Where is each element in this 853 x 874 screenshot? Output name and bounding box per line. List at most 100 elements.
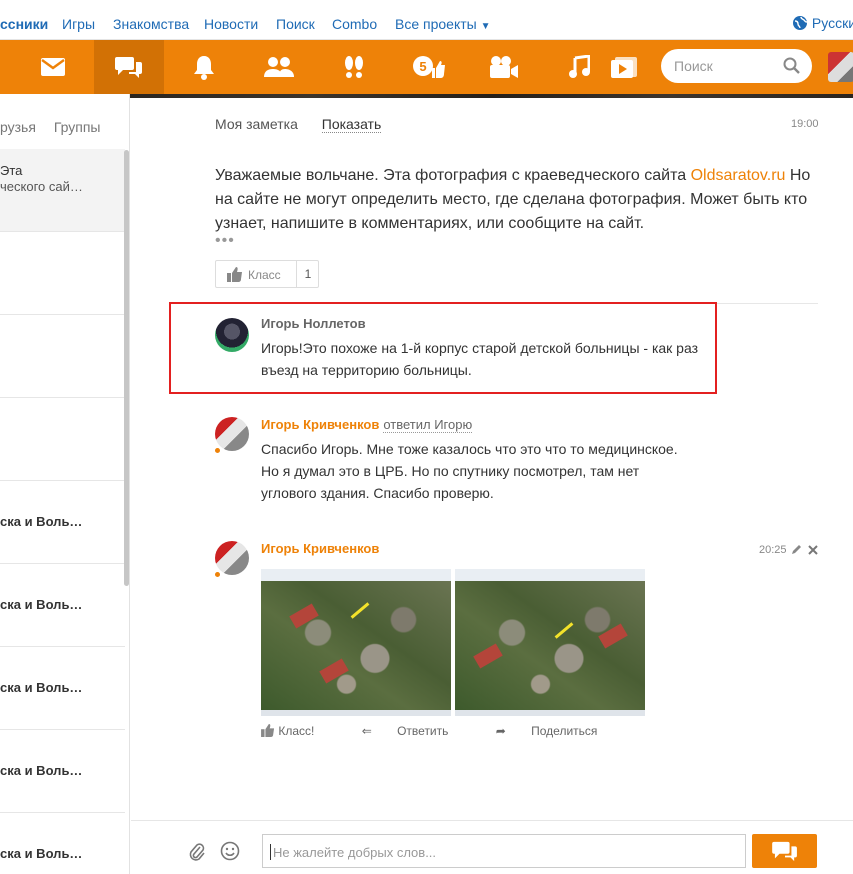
discussion-panel: Моя заметка Показать 19:00 Уважаемые вол… bbox=[131, 98, 853, 874]
events-icon: 5 bbox=[413, 56, 445, 78]
chat-sidebar: рузья Группы Эта ческого сай… ска и Воль… bbox=[0, 94, 130, 874]
toolbar-video[interactable] bbox=[469, 40, 539, 94]
chat-list-item[interactable]: ска и Воль… bbox=[0, 481, 125, 564]
comment-time: 20:25 bbox=[759, 544, 787, 556]
user-avatar[interactable] bbox=[828, 52, 853, 82]
events-badge: 5 bbox=[419, 59, 426, 74]
sidebar-scrollbar[interactable] bbox=[124, 150, 129, 586]
language-label: Русски bbox=[811, 15, 853, 31]
attached-photo[interactable] bbox=[261, 569, 451, 716]
comment-actions: Класс! ⇐ Ответить ➦ Поделиться bbox=[261, 724, 641, 738]
klass-count[interactable]: 1 bbox=[296, 261, 319, 287]
music-icon bbox=[569, 55, 590, 78]
reply-action-label: Ответить bbox=[397, 724, 449, 738]
search-input[interactable]: Поиск bbox=[661, 49, 812, 83]
nav-link-games[interactable]: Игры bbox=[62, 16, 95, 32]
chat-item-title: ска и Воль… bbox=[0, 514, 83, 529]
toolbar-play[interactable] bbox=[589, 40, 659, 94]
smiley-icon[interactable] bbox=[220, 841, 240, 861]
guests-icon bbox=[345, 56, 363, 78]
toolbar-messages-mail[interactable] bbox=[18, 40, 88, 94]
attached-photo[interactable] bbox=[455, 569, 645, 716]
sidebar-tabs: рузья Группы bbox=[0, 119, 100, 135]
chat-item-title: ска и Воль… bbox=[0, 597, 83, 612]
commenter-avatar[interactable] bbox=[215, 541, 249, 575]
chat-list-item[interactable]: ска и Воль… bbox=[0, 813, 125, 874]
chat-item-line1: Эта bbox=[0, 163, 23, 178]
reply-arrow-icon: ⇐ bbox=[361, 724, 372, 738]
message-placeholder: Не жалейте добрых слов... bbox=[273, 845, 437, 860]
highlight-box bbox=[169, 302, 717, 394]
chat-list-item[interactable] bbox=[0, 398, 125, 481]
note-header: Моя заметка Показать bbox=[215, 116, 382, 133]
video-icon bbox=[490, 56, 518, 78]
nav-link-dating[interactable]: Знакомства bbox=[113, 16, 189, 32]
chat-item-line2: ческого сай… bbox=[0, 179, 83, 194]
chat-item-title: ска и Воль… bbox=[0, 680, 83, 695]
klass-label: Класс bbox=[248, 268, 281, 282]
note-time: 19:00 bbox=[791, 118, 819, 130]
chat-item-title: ска и Воль… bbox=[0, 763, 83, 778]
language-switcher[interactable]: Русски bbox=[792, 15, 853, 31]
comment-item: Игорь Кривченков bbox=[261, 541, 379, 556]
comment-item: Игорь Кривченков ответил Игорю Спасибо Иг… bbox=[261, 416, 681, 504]
search-icon[interactable] bbox=[783, 57, 801, 75]
share-arrow-icon: ➦ bbox=[495, 724, 506, 738]
mail-icon bbox=[41, 58, 65, 76]
chat-list-item[interactable] bbox=[0, 315, 125, 398]
tab-groups[interactable]: Группы bbox=[54, 119, 101, 135]
all-projects-label: Все проекты bbox=[395, 16, 477, 32]
comment-text: Спасибо Игорь. Мне тоже казалось что это… bbox=[261, 441, 678, 501]
toolbar-notifications[interactable] bbox=[169, 40, 239, 94]
chat-list-item[interactable]: Эта ческого сай… bbox=[0, 149, 125, 232]
toolbar-guests[interactable] bbox=[319, 40, 389, 94]
chat-list-item[interactable]: ска и Воль… bbox=[0, 730, 125, 813]
friends-icon bbox=[264, 57, 294, 77]
share-action-label: Поделиться bbox=[531, 724, 598, 738]
klass-action-label: Класс! bbox=[278, 724, 315, 738]
share-action[interactable]: ➦ Поделиться bbox=[496, 724, 620, 738]
reply-action[interactable]: ⇐ Ответить bbox=[362, 724, 471, 738]
note-text: Уважаемые вольчане. Эта фотография с кра… bbox=[215, 164, 815, 236]
send-messages-icon bbox=[771, 841, 797, 862]
note-text-before: Уважаемые вольчане. Эта фотография с кра… bbox=[215, 167, 691, 184]
chat-item-title: ска и Воль… bbox=[0, 846, 83, 861]
message-input[interactable]: Не жалейте добрых слов... bbox=[262, 834, 746, 868]
chat-list-item[interactable] bbox=[0, 232, 125, 315]
message-composer: Не жалейте добрых слов... bbox=[131, 820, 853, 874]
thumbs-up-icon bbox=[227, 267, 242, 282]
oldsaratov-link[interactable]: Oldsaratov.ru bbox=[691, 167, 786, 184]
edit-icon[interactable] bbox=[791, 544, 802, 555]
nav-link-all-projects[interactable]: Все проекты ▼ bbox=[395, 16, 491, 32]
caret-down-icon: ▼ bbox=[480, 21, 491, 32]
toolbar-events[interactable]: 5 bbox=[394, 40, 464, 94]
globe-icon bbox=[793, 16, 808, 30]
online-indicator bbox=[214, 571, 221, 578]
tab-friends[interactable]: рузья bbox=[0, 119, 36, 135]
show-note-link[interactable]: Показать bbox=[321, 116, 382, 133]
messages-icon bbox=[115, 57, 142, 78]
close-icon[interactable] bbox=[808, 545, 818, 555]
commenter-avatar[interactable] bbox=[215, 417, 249, 451]
klass-action[interactable]: Класс! bbox=[261, 724, 336, 738]
comment-author[interactable]: Игорь Кривченков bbox=[261, 541, 379, 556]
reply-to-link[interactable]: ответил Игорю bbox=[383, 417, 473, 433]
klass-button[interactable]: Класс 1 bbox=[215, 260, 319, 288]
site-brand-link[interactable]: ссники bbox=[0, 16, 48, 32]
online-indicator bbox=[214, 447, 221, 454]
toolbar-friends[interactable] bbox=[244, 40, 314, 94]
search-placeholder: Поиск bbox=[674, 58, 713, 74]
nav-link-search[interactable]: Поиск bbox=[276, 16, 315, 32]
nav-link-combo[interactable]: Combo bbox=[332, 16, 377, 32]
chat-list-item[interactable]: ска и Воль… bbox=[0, 647, 125, 730]
toolbar-discussions[interactable] bbox=[94, 40, 164, 94]
show-more-button[interactable]: ••• bbox=[215, 232, 235, 250]
send-button[interactable] bbox=[752, 834, 817, 868]
thumbs-up-icon bbox=[261, 724, 275, 737]
comment-author[interactable]: Игорь Кривченков bbox=[261, 417, 379, 432]
nav-link-news[interactable]: Новости bbox=[204, 16, 258, 32]
top-nav: ссники Игры Знакомства Новости Поиск Com… bbox=[0, 0, 853, 40]
text-caret bbox=[270, 844, 271, 860]
chat-list-item[interactable]: ска и Воль… bbox=[0, 564, 125, 647]
attach-icon[interactable] bbox=[186, 841, 206, 861]
